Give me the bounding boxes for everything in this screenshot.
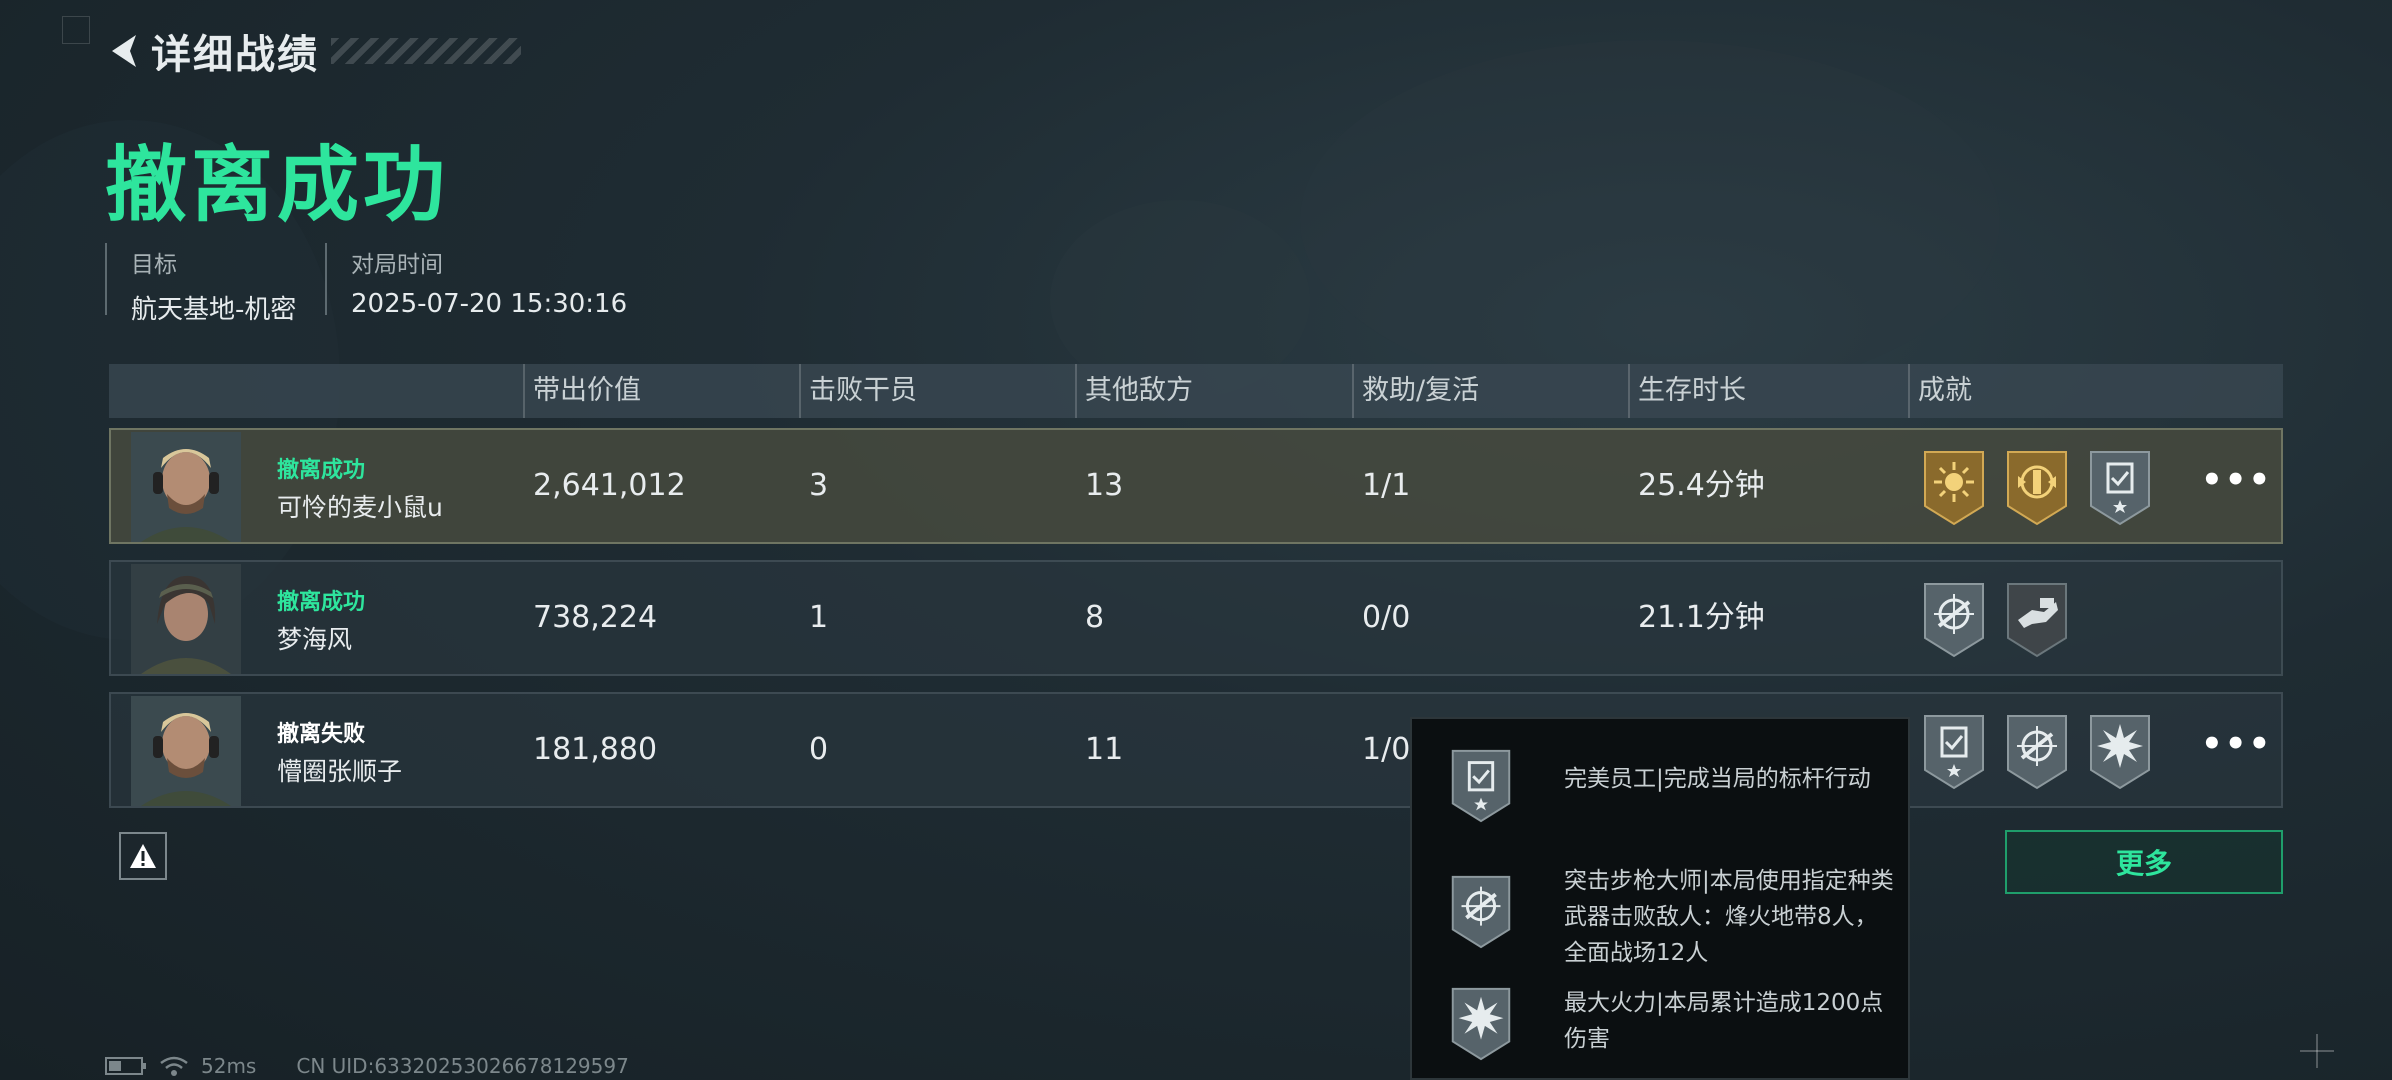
player-avatar [131, 564, 241, 674]
emblem-badge-icon[interactable] [2004, 448, 2070, 526]
header-decoration [331, 38, 521, 64]
match-time-label: 对局时间 [351, 252, 443, 278]
match-time-info: 对局时间 2025-07-20 15:30:16 [325, 243, 627, 319]
achievement-list [1921, 448, 2153, 526]
background-hill [1300, 40, 2000, 400]
crosshair-rifle-badge-icon [1451, 875, 1511, 949]
sun-badge-icon[interactable] [1921, 448, 1987, 526]
column-header-others: 其他敌方 [1075, 364, 1193, 418]
operator-kills: 3 [809, 468, 829, 503]
assist-revive: 1/1 [1362, 468, 1411, 503]
clipboard-badge-icon[interactable] [2087, 448, 2153, 526]
player-name: 梦海风 [277, 625, 353, 654]
player-name: 懵圈张顺子 [277, 757, 403, 786]
extract-value: 2,641,012 [533, 468, 686, 503]
assist-revive: 0/0 [1362, 600, 1411, 635]
more-button[interactable]: 更多 [2005, 830, 2283, 894]
column-header-achievements: 成就 [1908, 364, 1972, 418]
extract-value: 181,880 [533, 732, 658, 767]
status-bar: 52ms CN UID:6332025302667812959​7 [105, 1054, 629, 1078]
column-header-kills: 击败干员 [799, 364, 917, 418]
clipboard-badge-icon[interactable] [1921, 712, 1987, 790]
column-header-assists: 救助/复活 [1352, 364, 1479, 418]
crosshair-rifle-badge-icon[interactable] [2004, 712, 2070, 790]
assist-revive: 1/0 [1362, 732, 1411, 767]
table-row[interactable]: 撤离成功 可怜的麦小鼠u 2,641,012 3 13 1/1 25.4分钟 •… [109, 428, 2283, 544]
uid-text: CN UID:6332025302667812959​7 [296, 1054, 629, 1078]
table-header: 带出价值 击败干员 其他敌方 救助/复活 生存时长 成就 [109, 364, 2283, 418]
extraction-status: 撤离成功 [277, 590, 366, 615]
other-enemies: 11 [1085, 732, 1124, 767]
column-header-survival: 生存时长 [1628, 364, 1746, 418]
corner-frame [62, 16, 90, 44]
ping-text: 52ms [201, 1054, 257, 1078]
achievement-tooltip: 完美员工|完成当局的标杆行动 突击步枪大师|本局使用指定种类武器击败敌人：烽火地… [1410, 717, 1910, 1080]
extraction-status: 撤离失败 [277, 722, 366, 747]
target-value: 航天基地-机密 [131, 295, 297, 325]
back-arrow-icon[interactable] [105, 27, 143, 75]
other-enemies: 8 [1085, 600, 1105, 635]
tooltip-item: 完美员工|完成当局的标杆行动 [1448, 747, 1894, 823]
achievement-list [1921, 712, 2153, 790]
player-name: 可怜的麦小鼠u [277, 493, 443, 522]
player-avatar [131, 696, 241, 806]
tooltip-text: 突击步枪大师|本局使用指定种类武器击败敌人：烽火地带8人，全面战场12人 [1564, 868, 1894, 966]
survival-time: 21.1分钟 [1638, 600, 1765, 635]
warning-icon [130, 844, 156, 868]
explosion-badge-icon [1451, 987, 1511, 1061]
tooltip-item: 最大火力|本局累计造成1200点伤害 [1448, 985, 1894, 1061]
target-info: 目标 航天基地-机密 [105, 243, 296, 325]
extract-value: 738,224 [533, 600, 658, 635]
clipboard-badge-icon [1451, 749, 1511, 823]
player-avatar [131, 432, 241, 542]
wifi-icon [160, 1056, 188, 1076]
match-time-value: 2025-07-20 15:30:16 [351, 289, 628, 319]
crosshair-rifle-badge-icon[interactable] [1921, 580, 1987, 658]
operator-kills: 1 [809, 600, 829, 635]
tooltip-text: 完美员工|完成当局的标杆行动 [1564, 766, 1871, 792]
operator-kills: 0 [809, 732, 829, 767]
page-title: 详细战绩 [151, 32, 319, 78]
tooltip-text: 最大火力|本局累计造成1200点伤害 [1564, 990, 1884, 1052]
header: 详细战绩 [105, 22, 521, 80]
survival-time: 25.4分钟 [1638, 468, 1765, 503]
table-row[interactable]: 撤离失败 懵圈张顺子 181,880 0 11 1/0 24.8分钟 ••• [109, 692, 2283, 808]
extraction-status: 撤离成功 [277, 458, 366, 483]
plus-icon [2300, 1034, 2334, 1068]
tooltip-item: 突击步枪大师|本局使用指定种类武器击败敌人：烽火地带8人，全面战场12人 [1448, 863, 1894, 971]
report-warning-button[interactable] [119, 832, 167, 880]
more-options-icon[interactable]: ••• [2201, 463, 2270, 504]
other-enemies: 13 [1085, 468, 1124, 503]
hands-badge-icon[interactable] [2004, 580, 2070, 658]
explosion-badge-icon[interactable] [2087, 712, 2153, 790]
battery-icon [105, 1057, 146, 1075]
target-label: 目标 [131, 252, 177, 278]
column-header-value: 带出价值 [523, 364, 641, 418]
achievement-list [1921, 580, 2070, 658]
result-title: 撤离成功 [105, 138, 450, 233]
table-row[interactable]: 撤离成功 梦海风 738,224 1 8 0/0 21.1分钟 [109, 560, 2283, 676]
more-options-icon[interactable]: ••• [2201, 727, 2270, 768]
